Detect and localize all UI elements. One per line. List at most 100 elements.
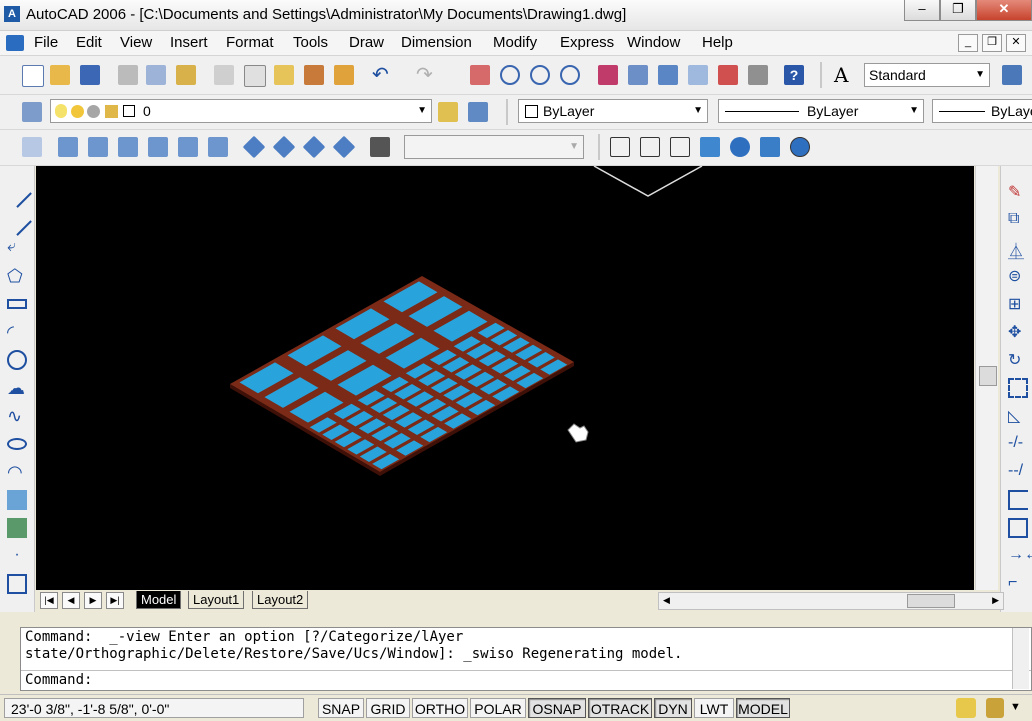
hidden-icon[interactable] [670,137,690,157]
toolbar-lock-icon[interactable] [986,698,1004,718]
rectangle-icon[interactable] [7,299,27,309]
gouraud-shaded-icon[interactable] [730,137,750,157]
menu-edit[interactable]: Edit [76,34,102,51]
menu-format[interactable]: Format [226,34,274,51]
line-icon[interactable] [2,178,32,208]
stretch-icon[interactable]: ◺ [1008,406,1028,426]
document-icon[interactable] [6,35,24,51]
dim-style-icon[interactable] [1002,65,1022,85]
autocad-app-icon[interactable]: A [4,6,20,22]
trim-icon[interactable]: -/- [1008,434,1028,454]
lwt-toggle[interactable]: LWT [694,698,734,718]
first-tab-button[interactable]: |◀ [40,592,58,609]
previous-tab-button[interactable]: ◀ [62,592,80,609]
horizontal-scrollbar[interactable]: ◀ ▶ [658,592,1004,610]
flat-shaded-icon[interactable] [700,137,720,157]
top-view-icon[interactable] [58,137,78,157]
nw-isometric-icon[interactable] [332,135,356,159]
minimize-button[interactable]: – [904,0,940,21]
paste-icon[interactable] [274,65,294,85]
text-style-icon[interactable]: A [834,65,854,85]
doc-close-button[interactable]: ✕ [1006,34,1026,52]
layer-manager-icon[interactable] [22,102,42,122]
make-block-icon[interactable] [7,518,27,538]
layer-dropdown[interactable]: 0 ▼ [50,99,432,123]
menu-view[interactable]: View [120,34,152,51]
make-object-layer-current-icon[interactable] [438,102,458,122]
horizontal-scroll-thumb[interactable] [907,594,955,608]
doc-minimize-button[interactable]: _ [958,34,978,52]
match-properties-icon[interactable] [304,65,324,85]
spline-icon[interactable]: ∿ [7,406,27,426]
menu-window[interactable]: Window [627,34,680,51]
menu-tools[interactable]: Tools [293,34,328,51]
ellipse-arc-icon[interactable]: ◠ [7,462,27,482]
menu-dimension[interactable]: Dimension [401,34,472,51]
bottom-view-icon[interactable] [88,137,108,157]
point-icon[interactable]: · [7,546,27,566]
zoom-previous-icon[interactable] [560,65,580,85]
rotate-icon[interactable]: ↻ [1008,350,1028,370]
se-isometric-icon[interactable] [272,135,296,159]
construction-line-icon[interactable] [2,206,32,236]
move-icon[interactable]: ✥ [1008,322,1028,342]
close-button[interactable]: ✕ [976,0,1032,21]
extend-icon[interactable]: --/ [1008,462,1028,482]
3d-wireframe-icon[interactable] [640,137,660,157]
hatch-icon[interactable] [7,574,27,594]
gouraud-edges-icon[interactable] [790,137,810,157]
coordinate-display[interactable]: 23'-0 3/8", -1'-8 5/8", 0'-0" [4,698,304,718]
markup-icon[interactable] [718,65,738,85]
help-icon[interactable]: ? [784,65,804,85]
plot-preview-icon[interactable] [146,65,166,85]
ne-isometric-icon[interactable] [302,135,326,159]
right-view-icon[interactable] [148,137,168,157]
vertical-scrollbar[interactable] [975,166,998,590]
last-tab-button[interactable]: ▶| [106,592,124,609]
chamfer-icon[interactable]: ⌐ [1008,574,1028,594]
polygon-icon[interactable]: ⬠ [7,266,27,286]
tool-palettes-icon[interactable] [658,65,678,85]
command-scrollbar[interactable] [1012,628,1029,689]
next-tab-button[interactable]: ▶ [84,592,102,609]
flat-shaded-edges-icon[interactable] [760,137,780,157]
sw-isometric-icon[interactable] [242,135,266,159]
publish-icon[interactable] [176,65,196,85]
status-menu-icon[interactable]: ▼ [1010,701,1021,713]
insert-block-icon[interactable] [7,490,27,510]
mirror-icon[interactable]: ⏅ [1008,238,1028,261]
layer-previous-icon[interactable] [468,102,488,122]
copy-icon[interactable] [244,65,266,87]
design-center-icon[interactable] [628,65,648,85]
scroll-right-icon[interactable]: ▶ [992,595,999,606]
ellipse-icon[interactable] [7,438,27,450]
tab-layout1[interactable]: Layout1 [188,591,245,609]
new-icon[interactable] [22,65,44,87]
pan-realtime-icon[interactable] [470,65,490,85]
print-icon[interactable] [118,65,138,85]
2d-wireframe-icon[interactable] [610,137,630,157]
doc-restore-button[interactable]: ❐ [982,34,1002,52]
drawing-canvas[interactable] [36,166,974,590]
tab-layout2[interactable]: Layout2 [252,591,309,609]
circle-icon[interactable] [7,350,27,370]
polar-toggle[interactable]: POLAR [470,698,526,718]
erase-icon[interactable]: ✎ [1008,182,1028,202]
named-views-icon[interactable] [22,137,42,157]
sheet-set-icon[interactable] [688,65,708,85]
offset-icon[interactable]: ⊜ [1008,266,1028,286]
menu-help[interactable]: Help [702,34,733,51]
menu-insert[interactable]: Insert [170,34,208,51]
arc-icon[interactable]: ◜ [7,322,27,342]
break-at-point-icon[interactable] [1008,490,1028,510]
array-icon[interactable]: ⊞ [1008,294,1028,314]
linetype-control-dropdown[interactable]: ByLayer ▼ [718,99,924,123]
copy-object-icon[interactable]: ⧉ [1008,210,1028,230]
zoom-realtime-icon[interactable] [500,65,520,85]
lineweight-control-dropdown[interactable]: ByLayer [932,99,1032,123]
break-icon[interactable] [1008,518,1028,538]
communication-center-icon[interactable] [956,698,976,718]
zoom-window-icon[interactable] [530,65,550,85]
undo-icon[interactable]: ↶ [372,65,392,85]
front-view-icon[interactable] [178,137,198,157]
